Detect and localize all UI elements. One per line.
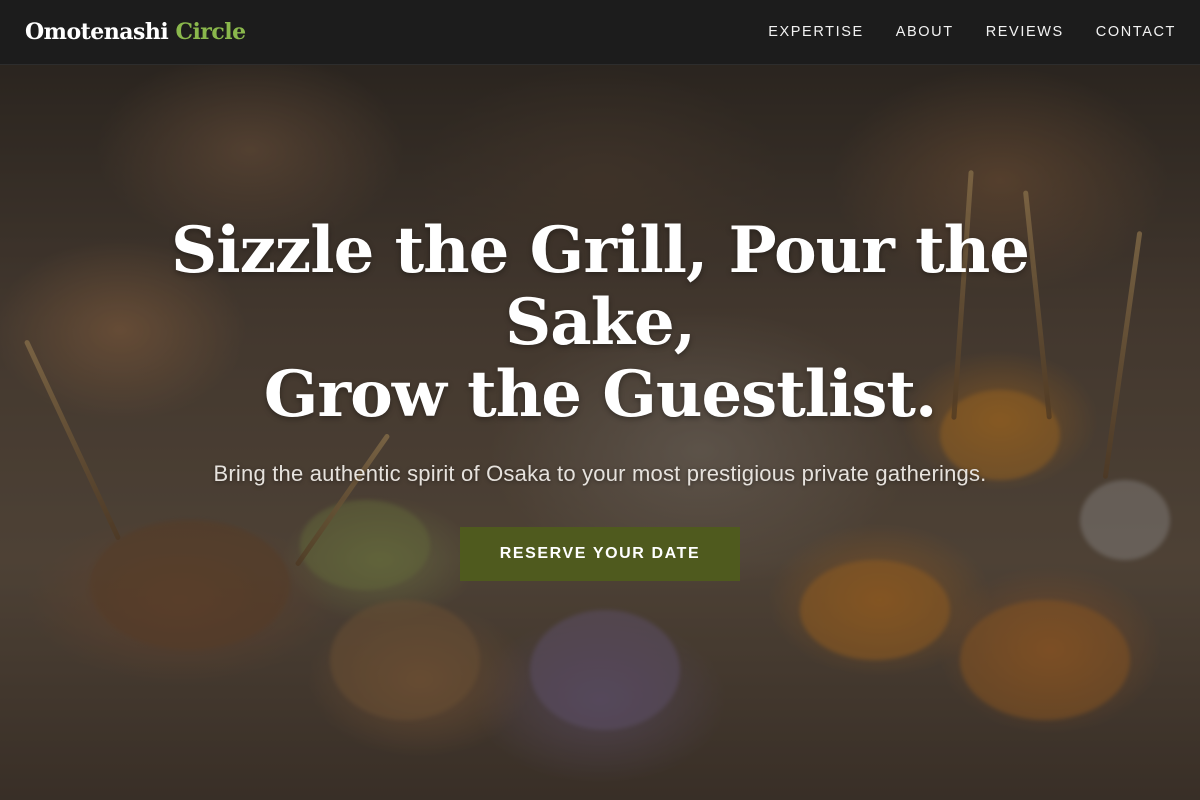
hero-headline-line1: Sizzle the Grill, Pour the Sake, — [171, 213, 1030, 360]
nav-link-about[interactable]: ABOUT — [896, 24, 954, 40]
brand-name-primary: Omotenashi — [25, 19, 169, 45]
nav-link-contact[interactable]: CONTACT — [1096, 24, 1176, 40]
nav-link-reviews[interactable]: REVIEWS — [986, 24, 1064, 40]
brand-name-accent: Circle — [175, 19, 246, 45]
hero-headline: Sizzle the Grill, Pour the Sake, Grow th… — [170, 215, 1030, 431]
top-navbar: Omotenashi Circle EXPERTISE ABOUT REVIEW… — [0, 0, 1200, 65]
brand-logo[interactable]: Omotenashi Circle — [25, 19, 246, 45]
main-nav: EXPERTISE ABOUT REVIEWS CONTACT — [768, 24, 1176, 40]
hero-section: Sizzle the Grill, Pour the Sake, Grow th… — [0, 215, 1200, 581]
hero-subtitle: Bring the authentic spirit of Osaka to y… — [213, 461, 987, 486]
reserve-date-button[interactable]: RESERVE YOUR DATE — [459, 527, 741, 581]
nav-link-expertise[interactable]: EXPERTISE — [768, 24, 864, 40]
hero-headline-line2: Grow the Guestlist. — [263, 357, 938, 432]
